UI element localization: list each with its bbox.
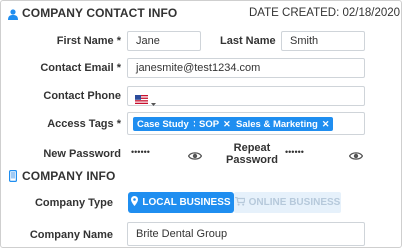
local-business-label: LOCAL BUSINESS bbox=[142, 197, 231, 208]
local-business-button[interactable]: LOCAL BUSINESS bbox=[128, 192, 234, 213]
online-business-button[interactable]: ONLINE BUSINESS bbox=[234, 192, 341, 213]
online-business-label: ONLINE BUSINESS bbox=[248, 197, 341, 208]
cart-icon bbox=[234, 193, 246, 214]
first-name-field[interactable]: Jane bbox=[127, 31, 201, 51]
tag-case-study[interactable]: Case Study✕ bbox=[133, 117, 205, 131]
show-password-icon[interactable] bbox=[187, 148, 203, 160]
remove-tag-icon[interactable]: ✕ bbox=[223, 119, 231, 129]
map-pin-icon bbox=[131, 193, 139, 214]
repeat-password-label-line2: Password bbox=[226, 154, 278, 166]
tag-label: Sales & Marketing bbox=[236, 119, 318, 130]
repeat-password-label: Repeat Password bbox=[226, 142, 278, 166]
company-name-field[interactable]: Brite Dental Group bbox=[127, 222, 365, 246]
chevron-down-icon[interactable] bbox=[151, 95, 156, 106]
user-icon bbox=[8, 7, 18, 20]
form-panel: COMPANY CONTACT INFO DATE CREATED: 02/18… bbox=[0, 0, 402, 248]
contact-phone-field[interactable] bbox=[127, 86, 365, 106]
remove-tag-icon[interactable]: ✕ bbox=[322, 119, 330, 129]
access-tags-field[interactable]: Case Study✕ SOP✕ Sales & Marketing✕ bbox=[127, 112, 365, 135]
last-name-field[interactable]: Smith bbox=[281, 31, 365, 51]
tablet-icon bbox=[9, 169, 18, 183]
section-title-contact: COMPANY CONTACT INFO bbox=[22, 6, 178, 20]
first-name-label: First Name * bbox=[56, 35, 121, 47]
us-flag-icon[interactable] bbox=[135, 92, 148, 104]
contact-email-field[interactable]: janesmite@test1234.com bbox=[127, 58, 365, 78]
contact-phone-label: Contact Phone bbox=[43, 90, 121, 102]
repeat-password-label-line1: Repeat bbox=[233, 142, 271, 154]
last-name-label: Last Name bbox=[220, 35, 276, 47]
company-type-label: Company Type bbox=[34, 197, 113, 209]
new-password-label: New Password bbox=[43, 148, 121, 160]
contact-email-label: Contact Email * bbox=[40, 62, 121, 74]
tag-label: Case Study bbox=[137, 119, 189, 130]
tag-sop[interactable]: SOP ✕ bbox=[195, 117, 235, 131]
show-repeat-password-icon[interactable] bbox=[348, 148, 364, 160]
tag-sales-marketing[interactable]: Sales & Marketing ✕ bbox=[232, 117, 334, 131]
date-created: DATE CREATED: 02/18/2020 bbox=[249, 7, 401, 19]
access-tags-label: Access Tags * bbox=[47, 118, 121, 130]
tag-label: SOP bbox=[199, 119, 220, 130]
company-name-label: Company Name bbox=[29, 229, 113, 241]
section-title-company: COMPANY INFO bbox=[22, 169, 116, 183]
